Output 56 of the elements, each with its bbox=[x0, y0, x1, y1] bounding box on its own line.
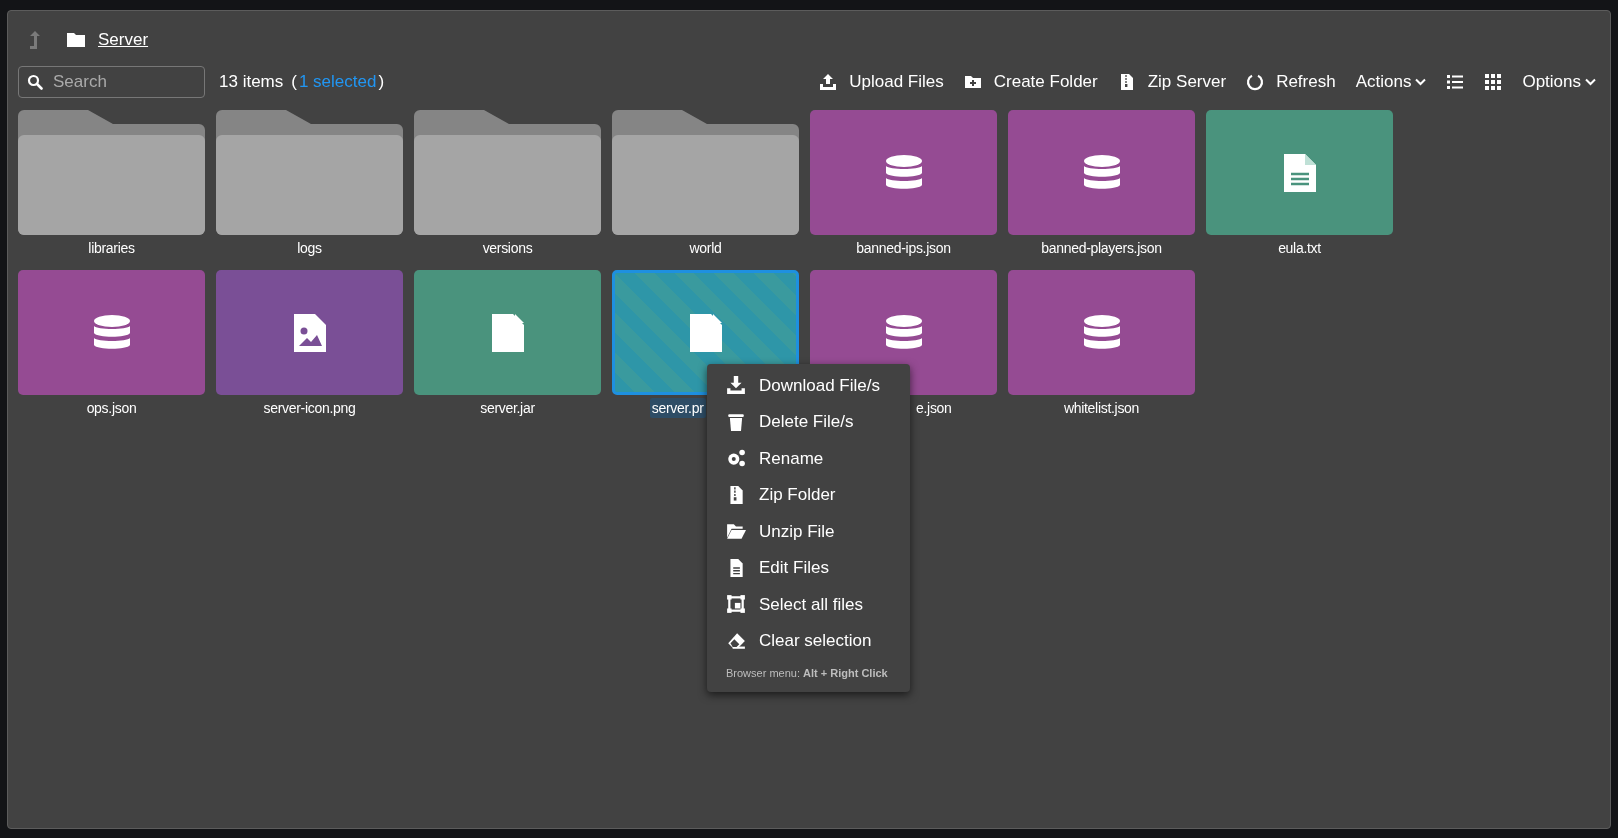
file-tile[interactable] bbox=[18, 270, 205, 395]
file-name: e.json bbox=[915, 399, 953, 418]
file-name: server-icon.png bbox=[262, 399, 357, 418]
file-name: banned-ips.json bbox=[855, 239, 952, 258]
upload-icon bbox=[819, 73, 838, 91]
folder-plus-icon bbox=[963, 73, 982, 91]
menu-item[interactable]: Rename bbox=[707, 440, 910, 477]
dropdown-button[interactable]: Options bbox=[1522, 69, 1596, 95]
menu-hint: Browser menu: Alt + Right Click bbox=[725, 666, 889, 681]
folder-tile[interactable] bbox=[612, 110, 799, 235]
grid-view-icon[interactable] bbox=[1484, 73, 1503, 91]
file-name: versions bbox=[481, 239, 534, 258]
file-tile[interactable] bbox=[1206, 110, 1393, 235]
file-name: server.jar bbox=[479, 399, 536, 418]
chevron-down-icon bbox=[1585, 78, 1596, 86]
file-tile[interactable] bbox=[810, 110, 997, 235]
refresh-icon bbox=[1246, 73, 1265, 91]
search-icon bbox=[27, 74, 43, 90]
file-tile[interactable] bbox=[216, 270, 403, 395]
file-tile[interactable] bbox=[1008, 270, 1195, 395]
file-tile[interactable] bbox=[414, 270, 601, 395]
file-name: server.pr bbox=[649, 398, 706, 418]
toolbar-button[interactable]: Upload Files bbox=[819, 69, 944, 95]
folder-tile[interactable] bbox=[216, 110, 403, 235]
file-name: logs bbox=[296, 239, 323, 258]
file-name: eula.txt bbox=[1277, 239, 1322, 258]
menu-item[interactable]: Zip Folder bbox=[707, 476, 910, 513]
breadcrumb-link[interactable]: Server bbox=[98, 27, 149, 53]
selection-count: (1 selected) bbox=[291, 71, 385, 94]
folder-icon bbox=[66, 32, 86, 48]
menu-item[interactable]: Select all files bbox=[707, 586, 910, 623]
file-name: whitelist.json bbox=[1062, 399, 1141, 418]
chevron-down-icon bbox=[1415, 78, 1427, 86]
item-count: 13 items bbox=[219, 71, 284, 94]
toolbar-button[interactable]: Zip Server bbox=[1117, 69, 1227, 95]
folder-tile[interactable] bbox=[414, 110, 601, 235]
file-name: banned-players.json bbox=[1040, 239, 1163, 258]
menu-item[interactable]: Unzip File bbox=[707, 513, 910, 550]
selection-icon bbox=[726, 594, 746, 615]
dropdown-button[interactable]: Actions bbox=[1355, 69, 1427, 95]
toolbar-button[interactable]: Create Folder bbox=[963, 69, 1098, 95]
folder-tile[interactable] bbox=[18, 110, 205, 235]
file-name: ops.json bbox=[85, 399, 138, 418]
download-icon bbox=[726, 375, 746, 396]
file-name: libraries bbox=[87, 239, 136, 258]
toolbar-button[interactable]: Refresh bbox=[1246, 69, 1336, 95]
list-view-icon[interactable] bbox=[1446, 73, 1465, 91]
search-field[interactable]: Search bbox=[18, 66, 205, 98]
menu-item[interactable]: Delete File/s bbox=[707, 403, 910, 440]
menu-item[interactable]: Clear selection bbox=[707, 622, 910, 659]
menu-item[interactable]: Download File/s bbox=[707, 367, 910, 404]
menu-item[interactable]: Edit Files bbox=[707, 549, 910, 586]
trash-icon bbox=[726, 411, 746, 432]
file-tile[interactable] bbox=[1008, 110, 1195, 235]
file-name: world bbox=[688, 239, 723, 258]
open-folder-icon bbox=[726, 521, 746, 542]
